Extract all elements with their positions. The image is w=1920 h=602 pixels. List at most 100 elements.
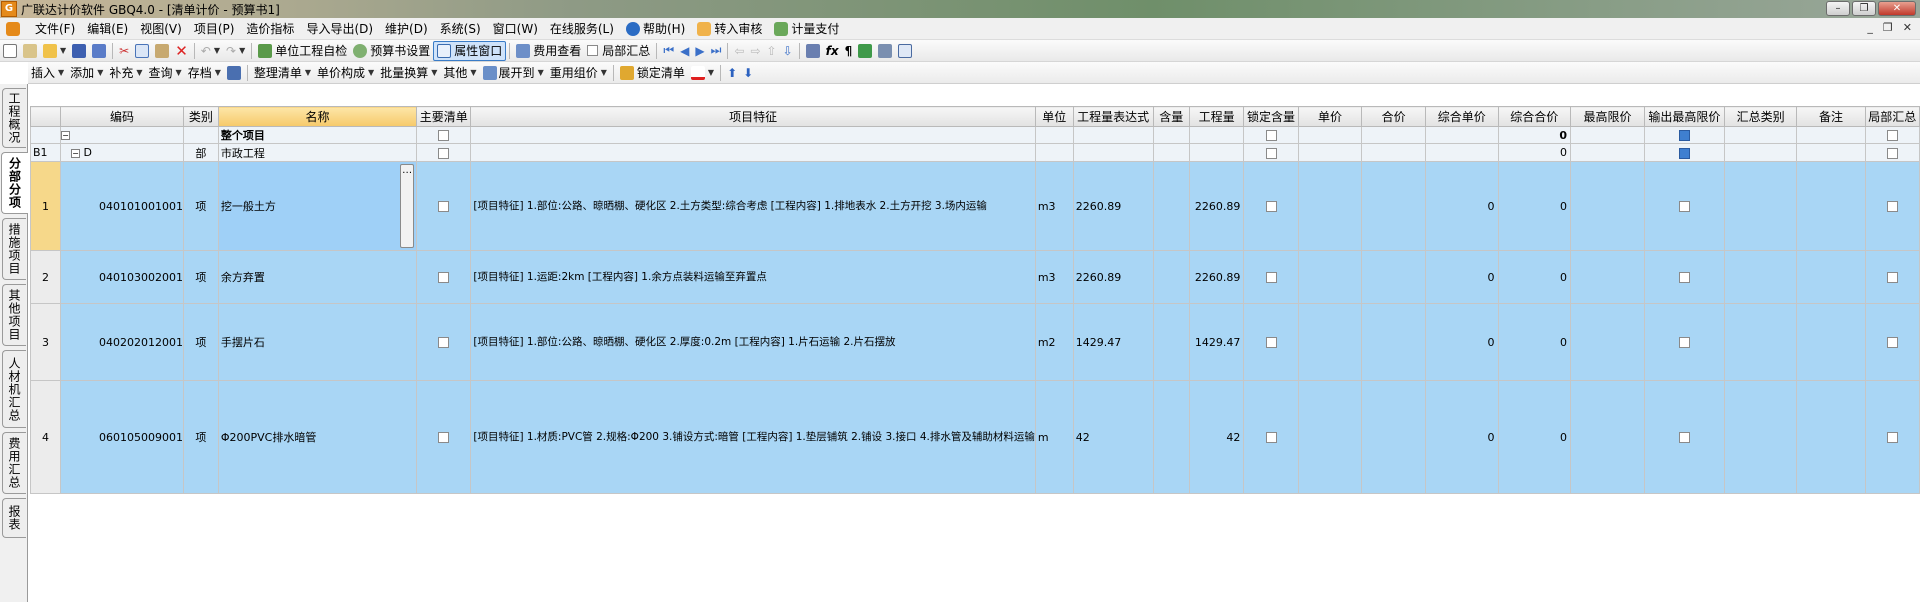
calculator-icon[interactable] xyxy=(803,41,823,61)
color-fill-dropdown[interactable]: ▼ xyxy=(688,63,717,83)
collapse-toggle[interactable]: − xyxy=(71,148,81,158)
partial-summary-row-checkbox[interactable] xyxy=(1886,337,1898,348)
minimize-button[interactable]: – xyxy=(1826,1,1850,16)
tab-sub-items[interactable]: 分部分项 xyxy=(1,152,28,214)
budget-settings-button[interactable]: 预算书设置 xyxy=(350,41,433,61)
menu-online-service[interactable]: 在线服务(L) xyxy=(544,20,620,37)
tab-project-overview[interactable]: 工程概况 xyxy=(2,88,26,148)
item-name-cell[interactable]: 挖一般土方… xyxy=(217,161,418,251)
app-menu-icon[interactable] xyxy=(0,21,29,36)
col-header-quantity[interactable]: 工程量 xyxy=(1188,106,1245,127)
formula-icon[interactable]: fx xyxy=(823,41,842,61)
item-name[interactable]: Φ200PVC排水暗管 xyxy=(217,380,418,494)
table-row-total[interactable]: − 整个项目 0 xyxy=(29,126,1920,144)
col-header-composite-total[interactable]: 综合合价 xyxy=(1497,106,1571,127)
output-max-price-checkbox[interactable] xyxy=(1678,432,1690,443)
col-header-summary-category[interactable]: 汇总类别 xyxy=(1723,106,1798,127)
mdi-minimize-button[interactable]: _ xyxy=(1867,21,1873,34)
partial-summary-row-checkbox[interactable] xyxy=(1886,147,1898,159)
col-header-unit[interactable]: 单位 xyxy=(1034,106,1074,127)
cost-view-button[interactable]: 费用查看 xyxy=(513,41,584,61)
col-header-content[interactable]: 含量 xyxy=(1152,106,1190,127)
table-row[interactable]: 1 040101001001 项 挖一般土方 … [项目特征] 1.部位:公路、晾… xyxy=(29,161,1920,251)
col-header-price[interactable]: 合价 xyxy=(1361,106,1426,127)
save-icon[interactable] xyxy=(69,41,89,61)
new-template-icon[interactable] xyxy=(20,41,40,61)
lock-list-button[interactable]: 锁定清单 xyxy=(617,63,688,83)
tab-labor-material-summary[interactable]: 人材机汇总 xyxy=(2,350,26,428)
partial-summary-checkbox[interactable] xyxy=(587,45,599,56)
item-name[interactable]: 手摆片石 xyxy=(217,303,418,381)
add-dropdown[interactable]: 添加 ▼ xyxy=(67,63,106,83)
report-icon[interactable] xyxy=(875,41,895,61)
col-header-unit-price[interactable]: 单价 xyxy=(1297,106,1363,127)
main-list-checkbox[interactable] xyxy=(438,147,450,159)
more-options-button[interactable]: … xyxy=(400,164,415,248)
col-header-composite-unit-price[interactable]: 综合单价 xyxy=(1425,106,1499,127)
col-header-main-list[interactable]: 主要清单 xyxy=(416,106,472,127)
col-header-code[interactable]: 编码 xyxy=(60,106,184,127)
paste-icon[interactable] xyxy=(152,41,172,61)
menu-maintenance[interactable]: 维护(D) xyxy=(379,20,434,37)
reuse-pricing-dropdown[interactable]: 重用组价 ▼ xyxy=(547,63,610,83)
output-max-price-checkbox[interactable] xyxy=(1678,130,1690,141)
redo-icon[interactable]: ↷ ▼ xyxy=(223,41,248,61)
menu-cost-index[interactable]: 造价指标 xyxy=(240,20,300,37)
col-header-partial-summary[interactable]: 局部汇总 xyxy=(1864,106,1920,127)
menu-payment[interactable]: 计量支付 xyxy=(768,20,845,37)
self-check-button[interactable]: 单位工程自检 xyxy=(255,41,350,61)
main-list-checkbox[interactable] xyxy=(438,432,450,443)
item-feature[interactable]: [项目特征] 1.运距:2km [工程内容] 1.余方点装料运输至弃置点 xyxy=(470,250,1036,304)
main-list-checkbox[interactable] xyxy=(438,337,450,348)
next-record-icon[interactable]: ▶ xyxy=(692,41,707,61)
col-header-lock-content[interactable]: 锁定含量 xyxy=(1243,106,1299,127)
insert-dropdown[interactable]: 插入 ▼ xyxy=(28,63,67,83)
menu-file[interactable]: 文件(F) xyxy=(29,20,81,37)
move-left-icon[interactable]: ⇦ xyxy=(731,41,747,61)
item-feature[interactable]: [项目特征] 1.材质:PVC管 2.规格:Φ200 3.铺设方式:暗管 [工程… xyxy=(470,380,1036,494)
new-file-icon[interactable] xyxy=(0,41,20,61)
prev-record-icon[interactable]: ◀ xyxy=(677,41,692,61)
menu-audit[interactable]: 转入审核 xyxy=(691,20,768,37)
menu-project[interactable]: 项目(P) xyxy=(188,20,241,37)
first-record-icon[interactable]: ⏮ xyxy=(660,41,677,61)
menu-view[interactable]: 视图(V) xyxy=(134,20,188,37)
item-qty-expression[interactable]: 2260.89 xyxy=(1072,161,1154,251)
main-list-checkbox[interactable] xyxy=(438,201,450,212)
move-row-up-icon[interactable]: ⬆ xyxy=(724,63,740,83)
main-list-checkbox[interactable] xyxy=(438,130,450,141)
move-up-icon[interactable]: ⇧ xyxy=(764,41,780,61)
open-folder-icon[interactable]: ▼ xyxy=(40,41,69,61)
table-row[interactable]: 2 040103002001 项 余方弃置 [项目特征] 1.运距:2km [工… xyxy=(29,250,1920,304)
col-header-feature[interactable]: 项目特征 xyxy=(470,106,1036,127)
col-header-remarks[interactable]: 备注 xyxy=(1796,106,1866,127)
lock-content-checkbox[interactable] xyxy=(1265,432,1277,443)
item-qty-expression[interactable]: 42 xyxy=(1072,380,1154,494)
move-right-icon[interactable]: ⇨ xyxy=(747,41,763,61)
tab-other-items[interactable]: 其他项目 xyxy=(2,284,26,346)
col-header-category[interactable]: 类别 xyxy=(183,106,219,127)
col-header-rownum[interactable] xyxy=(29,106,62,127)
tab-measures[interactable]: 措施项目 xyxy=(2,218,26,280)
save-as-icon[interactable] xyxy=(89,41,109,61)
query-dropdown[interactable]: 查询 ▼ xyxy=(146,63,185,83)
property-window-button[interactable]: 属性窗口 xyxy=(433,40,507,61)
batch-convert-dropdown[interactable]: 批量换算 ▼ xyxy=(377,63,440,83)
copy-icon[interactable] xyxy=(132,41,152,61)
tab-cost-summary[interactable]: 费用汇总 xyxy=(2,432,26,494)
supplement-dropdown[interactable]: 补充 ▼ xyxy=(106,63,145,83)
cut-icon[interactable]: ✂ xyxy=(116,41,132,61)
move-down-icon[interactable]: ⇩ xyxy=(780,41,796,61)
table-icon[interactable] xyxy=(895,41,915,61)
lock-content-checkbox[interactable] xyxy=(1265,337,1277,348)
lock-content-checkbox[interactable] xyxy=(1265,130,1277,141)
lock-content-checkbox[interactable] xyxy=(1265,272,1277,283)
archive-dropdown[interactable]: 存档 ▼ xyxy=(185,63,224,83)
output-max-price-checkbox[interactable] xyxy=(1678,201,1690,212)
col-header-output-max-price[interactable]: 输出最高限价 xyxy=(1644,106,1725,127)
collapse-toggle[interactable]: − xyxy=(61,131,71,140)
menu-system[interactable]: 系统(S) xyxy=(434,20,487,37)
table-row-division[interactable]: B1 − D 部 市政工程 0 xyxy=(29,143,1920,162)
menu-edit[interactable]: 编辑(E) xyxy=(81,20,134,37)
expand-to-dropdown[interactable]: 展开到 ▼ xyxy=(480,63,547,83)
